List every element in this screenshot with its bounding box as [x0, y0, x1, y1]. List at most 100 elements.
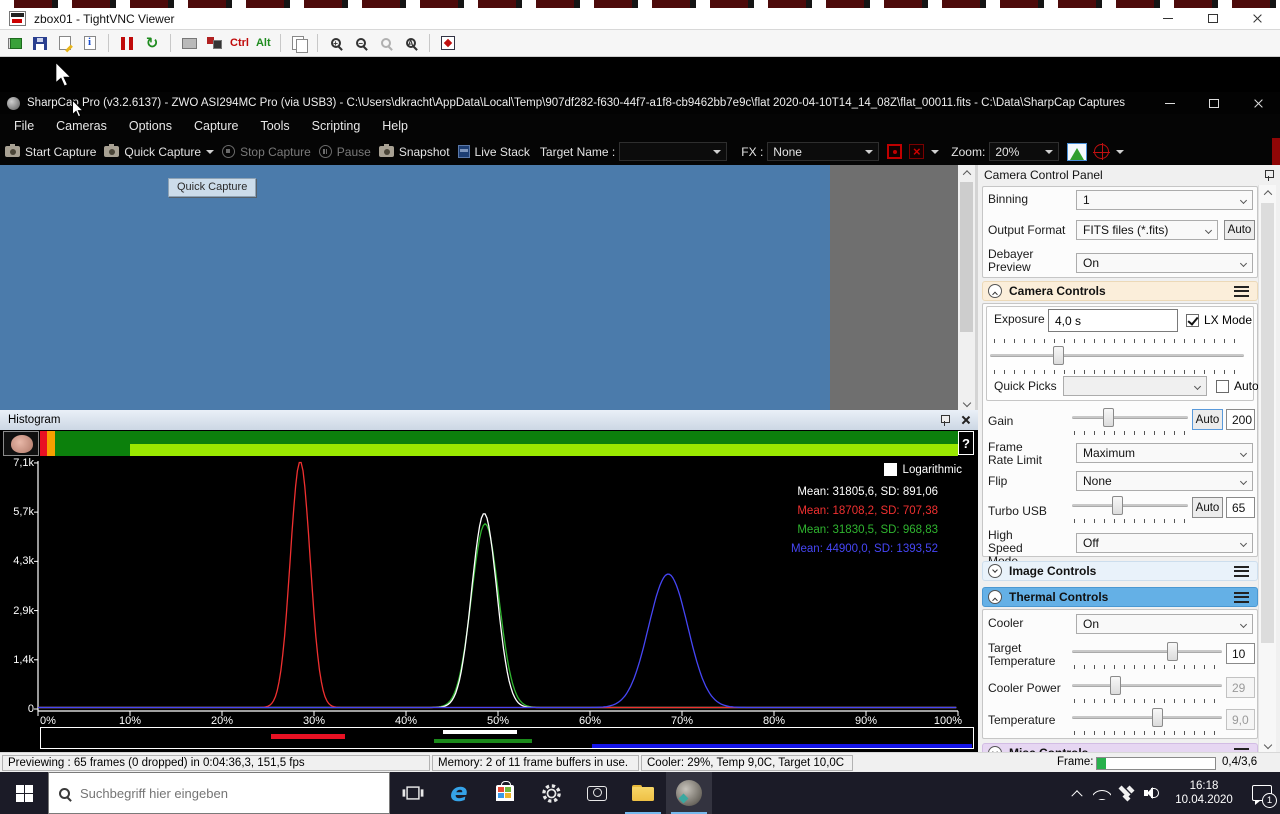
menu-scripting[interactable]: Scripting	[301, 119, 372, 133]
store-button[interactable]	[482, 772, 528, 814]
image-controls-section-header[interactable]: Image Controls	[982, 561, 1258, 581]
taskbar-search[interactable]	[48, 772, 390, 814]
collapse-icon[interactable]	[988, 284, 1002, 298]
target-temperature-value[interactable]: 10	[1226, 643, 1255, 664]
output-format-auto-button[interactable]: Auto	[1224, 220, 1255, 240]
scroll-up-icon[interactable]	[1259, 185, 1277, 200]
scroll-up-icon[interactable]	[958, 165, 975, 180]
scrollbar-thumb[interactable]	[960, 182, 973, 332]
zoom-combo[interactable]: 20%	[989, 142, 1060, 161]
connection-options-icon[interactable]	[56, 35, 74, 52]
stretch-bar-red[interactable]	[270, 734, 346, 739]
menu-capture[interactable]: Capture	[183, 119, 249, 133]
zoom-out-icon[interactable]: −	[352, 35, 370, 52]
scrollbar-thumb[interactable]	[1261, 203, 1274, 643]
start-capture-button[interactable]: Start Capture	[5, 144, 96, 159]
selection-area-icon[interactable]	[887, 144, 903, 159]
target-name-combo[interactable]	[619, 142, 728, 161]
task-view-button[interactable]	[390, 772, 436, 814]
quick-picks-combo[interactable]	[1063, 376, 1207, 396]
quick-capture-dropdown-icon[interactable]	[206, 149, 215, 154]
slider-thumb[interactable]	[1103, 408, 1115, 427]
stretch-bar-luminance[interactable]	[442, 729, 518, 734]
checkbox-icon[interactable]	[1216, 379, 1229, 393]
menu-cameras[interactable]: Cameras	[45, 119, 118, 133]
selection-dropdown-icon[interactable]	[931, 149, 940, 154]
turbo-usb-slider[interactable]	[1072, 495, 1188, 517]
fx-combo[interactable]: None	[767, 142, 880, 161]
ctrl-alt-del-icon[interactable]	[205, 35, 223, 52]
checkbox-checked-icon[interactable]	[1186, 313, 1199, 327]
target-temperature-slider[interactable]	[1072, 641, 1222, 663]
misc-controls-section-header[interactable]: Misc Controls	[982, 743, 1258, 752]
menu-help[interactable]: Help	[371, 119, 419, 133]
stretch-bar-blue[interactable]	[591, 743, 972, 749]
menu-tools[interactable]: Tools	[249, 119, 300, 133]
fullscreen-icon[interactable]	[439, 35, 457, 52]
sharpcap-maximize-button[interactable]	[1192, 92, 1236, 114]
sharpcap-minimize-button[interactable]	[1148, 92, 1192, 114]
alt-key-toggle[interactable]: Alt	[256, 37, 271, 49]
turbo-usb-value[interactable]: 65	[1226, 497, 1255, 518]
file-explorer-button[interactable]	[620, 772, 666, 814]
send-keys-icon[interactable]	[180, 35, 198, 52]
volume-button[interactable]	[1139, 786, 1164, 800]
lx-mode-checkbox[interactable]: LX Mode	[1186, 313, 1252, 327]
collapse-icon[interactable]	[988, 590, 1002, 604]
wifi-button[interactable]	[1089, 786, 1114, 800]
search-input[interactable]	[80, 785, 340, 801]
settings-button[interactable]	[528, 772, 574, 814]
pin-icon[interactable]	[940, 414, 950, 426]
section-menu-icon[interactable]	[1234, 565, 1249, 577]
camera-app-button[interactable]	[574, 772, 620, 814]
expand-icon[interactable]	[988, 564, 1002, 578]
menu-file[interactable]: File	[3, 119, 45, 133]
gain-value[interactable]: 200	[1226, 409, 1255, 430]
flip-combo[interactable]: None	[1076, 471, 1253, 491]
scroll-down-icon[interactable]	[1259, 737, 1277, 752]
zoom-auto-icon[interactable]: A	[402, 35, 420, 52]
vnc-close-button[interactable]	[1235, 8, 1280, 29]
gain-auto-button[interactable]: Auto	[1192, 409, 1223, 430]
tray-expand-button[interactable]	[1064, 789, 1089, 802]
dropbox-button[interactable]	[1114, 785, 1139, 802]
exposure-auto-checkbox[interactable]: Auto	[1216, 379, 1259, 393]
frame-rate-limit-combo[interactable]: Maximum	[1076, 443, 1253, 463]
debayer-preview-combo[interactable]: On	[1076, 253, 1253, 273]
vnc-minimize-button[interactable]	[1145, 8, 1190, 29]
section-menu-icon[interactable]	[1234, 285, 1249, 297]
pin-icon[interactable]	[1264, 169, 1274, 181]
scroll-down-icon[interactable]	[958, 395, 975, 410]
cooler-combo[interactable]: On	[1076, 614, 1253, 634]
start-button[interactable]	[0, 772, 48, 814]
zoom-in-icon[interactable]: +	[327, 35, 345, 52]
turbo-usb-auto-button[interactable]: Auto	[1192, 497, 1223, 518]
action-center-button[interactable]: 1	[1244, 772, 1280, 814]
save-session-icon[interactable]	[31, 35, 49, 52]
thermal-controls-section-header[interactable]: Thermal Controls	[982, 587, 1258, 607]
live-stack-button[interactable]: Live Stack	[457, 145, 530, 159]
file-transfer-icon[interactable]	[290, 35, 308, 53]
exposure-slider[interactable]	[990, 345, 1244, 367]
taskbar-clock[interactable]: 16:18 10.04.2020	[1164, 779, 1244, 807]
section-menu-icon[interactable]	[1234, 591, 1249, 603]
histogram-stretch-strip[interactable]	[40, 727, 974, 749]
panel-vertical-scrollbar[interactable]	[1258, 185, 1276, 752]
stretch-bar-green[interactable]	[434, 738, 533, 744]
camera-controls-section-header[interactable]: Camera Controls	[982, 281, 1258, 301]
refresh-icon[interactable]: ↻	[143, 34, 161, 52]
quick-capture-button[interactable]: Quick Capture	[104, 144, 215, 159]
clear-selection-icon[interactable]: ×	[909, 144, 925, 159]
connection-info-icon[interactable]	[81, 35, 99, 52]
high-speed-mode-combo[interactable]: Off	[1076, 533, 1253, 553]
menu-options[interactable]: Options	[118, 119, 183, 133]
slider-thumb[interactable]	[1112, 496, 1124, 515]
exposure-input[interactable]	[1048, 309, 1178, 332]
output-format-combo[interactable]: FITS files (*.fits)	[1076, 220, 1218, 240]
histogram-toggle-icon[interactable]	[1067, 142, 1088, 161]
preview-vertical-scrollbar[interactable]	[958, 165, 975, 410]
binning-combo[interactable]: 1	[1076, 190, 1253, 210]
sharpcap-taskbar-button[interactable]	[666, 772, 712, 814]
snapshot-button[interactable]: Snapshot	[378, 144, 450, 159]
edge-button[interactable]: e	[436, 772, 482, 814]
